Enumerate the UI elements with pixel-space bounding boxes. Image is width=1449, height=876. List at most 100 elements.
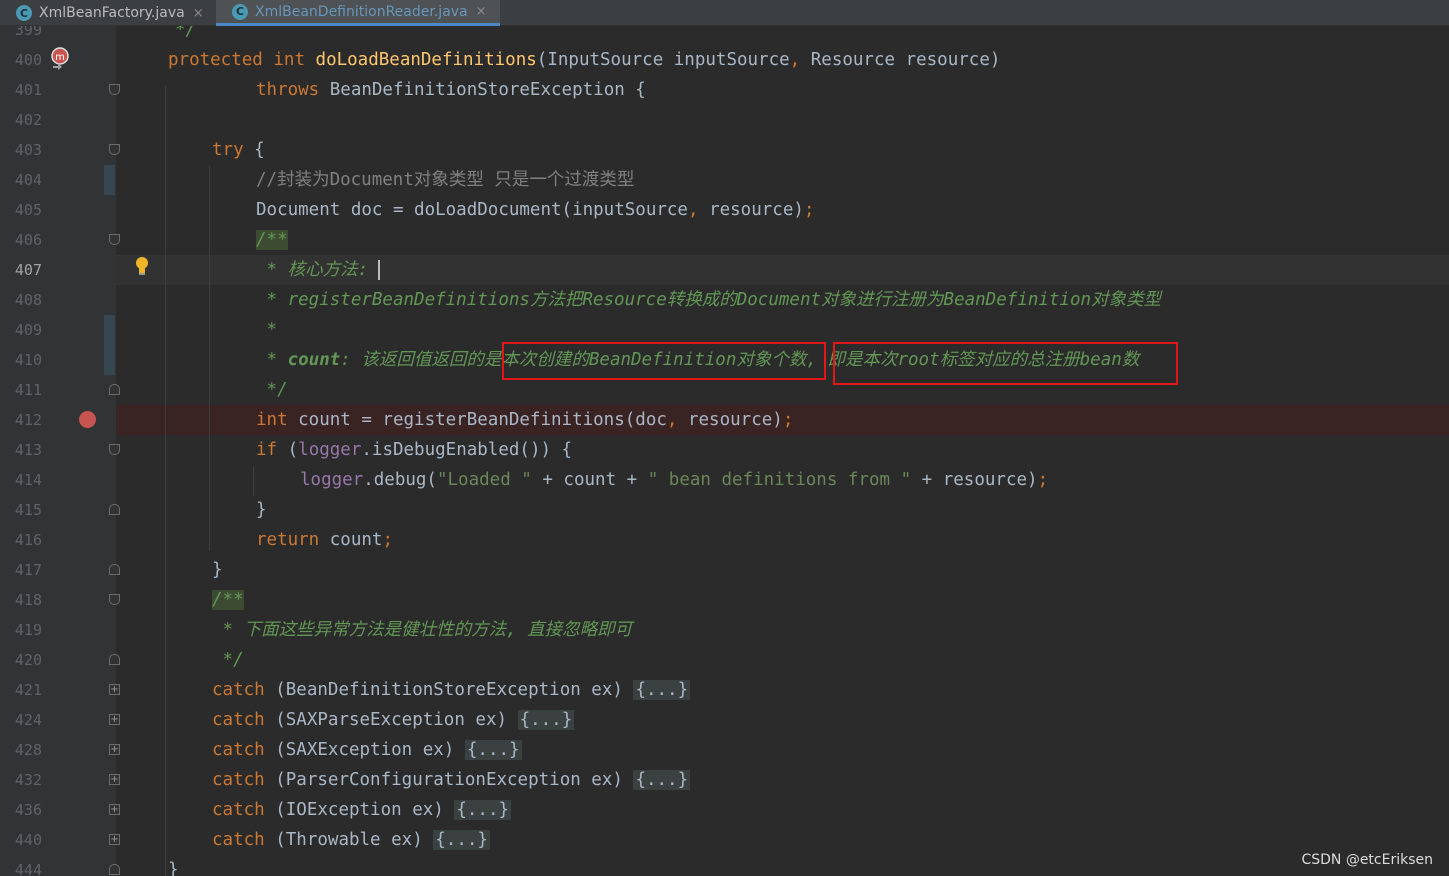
- code-text[interactable]: logger.debug("Loaded " + count + " bean …: [300, 465, 1048, 495]
- line-number[interactable]: 407: [0, 255, 42, 285]
- fold-expand-icon[interactable]: [109, 384, 120, 395]
- close-icon[interactable]: ×: [193, 6, 204, 21]
- code-text[interactable]: }: [212, 555, 223, 585]
- code-text[interactable]: Document doc = doLoadDocument(inputSourc…: [256, 195, 814, 225]
- line-number[interactable]: 406: [0, 225, 42, 255]
- code-text[interactable]: */: [256, 375, 288, 405]
- fold-expand-plus-icon[interactable]: +: [109, 804, 120, 815]
- folded-code-block[interactable]: {...}: [464, 740, 522, 760]
- code-line: 405 Document doc = doLoadDocument(inputS…: [0, 195, 1449, 225]
- code-line: 418 /**: [0, 585, 1449, 615]
- code-line: 414 logger.debug("Loaded " + count + " b…: [0, 465, 1449, 495]
- fold-collapse-icon[interactable]: [109, 84, 120, 95]
- line-number[interactable]: 424: [0, 705, 42, 735]
- line-number[interactable]: 412: [0, 405, 42, 435]
- folded-code-block[interactable]: {...}: [633, 680, 691, 700]
- line-number[interactable]: 414: [0, 465, 42, 495]
- line-number[interactable]: 411: [0, 375, 42, 405]
- folded-code-block[interactable]: {...}: [633, 770, 691, 790]
- line-number[interactable]: 428: [0, 735, 42, 765]
- fold-expand-plus-icon[interactable]: +: [109, 714, 120, 725]
- code-text[interactable]: */: [212, 645, 244, 675]
- code-line: 417 }: [0, 555, 1449, 585]
- line-number[interactable]: 401: [0, 75, 42, 105]
- line-number[interactable]: 417: [0, 555, 42, 585]
- code-text[interactable]: * registerBeanDefinitions方法把Resource转换成的…: [256, 285, 1162, 315]
- code-text[interactable]: */: [175, 26, 196, 45]
- line-number[interactable]: 405: [0, 195, 42, 225]
- code-text[interactable]: catch (IOException ex) {...}: [212, 795, 512, 825]
- code-line: 444 }: [0, 855, 1449, 876]
- line-number[interactable]: 421: [0, 675, 42, 705]
- tab-xmlbeandefinitionreader[interactable]: C XmlBeanDefinitionReader.java ×: [216, 0, 500, 26]
- line-number[interactable]: 415: [0, 495, 42, 525]
- code-text[interactable]: /**: [212, 585, 244, 615]
- code-line: 420 */: [0, 645, 1449, 675]
- folded-code-block[interactable]: {...}: [454, 800, 512, 820]
- close-icon[interactable]: ×: [476, 4, 487, 19]
- folded-code-block[interactable]: {...}: [433, 830, 490, 850]
- fold-collapse-icon[interactable]: [109, 144, 120, 155]
- text-caret: [378, 260, 380, 280]
- line-number[interactable]: 399: [0, 26, 42, 45]
- line-number[interactable]: 436: [0, 795, 42, 825]
- code-line: 409 *: [0, 315, 1449, 345]
- code-text[interactable]: protected int doLoadBeanDefinitions(Inpu…: [168, 45, 1000, 75]
- fold-collapse-icon[interactable]: [109, 594, 120, 605]
- code-text[interactable]: if (logger.isDebugEnabled()) {: [256, 435, 572, 465]
- line-number[interactable]: 416: [0, 525, 42, 555]
- code-line: 436 + catch (IOException ex) {...}: [0, 795, 1449, 825]
- fold-collapse-icon[interactable]: [109, 444, 120, 455]
- folded-code-block[interactable]: {...}: [517, 710, 575, 730]
- tab-xmlbeanfactory[interactable]: C XmlBeanFactory.java ×: [0, 0, 216, 26]
- code-text[interactable]: //封装为Document对象类型 只是一个过渡类型: [256, 165, 634, 195]
- fold-expand-plus-icon[interactable]: +: [109, 684, 120, 695]
- code-text[interactable]: }: [256, 495, 267, 525]
- fold-expand-plus-icon[interactable]: +: [109, 834, 120, 845]
- fold-expand-plus-icon[interactable]: +: [109, 774, 120, 785]
- line-number[interactable]: 408: [0, 285, 42, 315]
- line-number[interactable]: 402: [0, 105, 42, 135]
- code-text[interactable]: /**: [256, 225, 288, 255]
- code-text[interactable]: * 下面这些异常方法是健壮性的方法, 直接忽略即可: [212, 615, 633, 645]
- line-number[interactable]: 440: [0, 825, 42, 855]
- code-line: 400 protected int doLoadBeanDefinitions(…: [0, 45, 1449, 75]
- fold-expand-icon[interactable]: [109, 864, 120, 875]
- code-text[interactable]: catch (SAXParseException ex) {...}: [212, 705, 575, 735]
- code-text[interactable]: int count = registerBeanDefinitions(doc,…: [256, 405, 793, 435]
- code-line: 415 }: [0, 495, 1449, 525]
- fold-collapse-icon[interactable]: [109, 234, 120, 245]
- code-line: 412 int count = registerBeanDefinitions(…: [0, 405, 1449, 435]
- fold-expand-icon[interactable]: [109, 654, 120, 665]
- code-line: 416 return count;: [0, 525, 1449, 555]
- code-text[interactable]: return count;: [256, 525, 393, 555]
- fold-expand-icon[interactable]: [109, 504, 120, 515]
- code-text[interactable]: throws BeanDefinitionStoreException {: [256, 75, 646, 105]
- code-text[interactable]: try {: [212, 135, 265, 165]
- fold-expand-plus-icon[interactable]: +: [109, 744, 120, 755]
- line-number[interactable]: 420: [0, 645, 42, 675]
- line-number[interactable]: 418: [0, 585, 42, 615]
- code-text[interactable]: catch (BeanDefinitionStoreException ex) …: [212, 675, 691, 705]
- line-number[interactable]: 410: [0, 345, 42, 375]
- fold-expand-icon[interactable]: [109, 564, 120, 575]
- code-text[interactable]: *: [256, 315, 278, 345]
- line-number[interactable]: 419: [0, 615, 42, 645]
- line-number[interactable]: 444: [0, 855, 42, 876]
- line-number[interactable]: 404: [0, 165, 42, 195]
- line-number[interactable]: 400: [0, 45, 42, 75]
- code-text[interactable]: catch (Throwable ex) {...}: [212, 825, 490, 855]
- code-line: 413 if (logger.isDebugEnabled()) {: [0, 435, 1449, 465]
- code-line: 432 + catch (ParserConfigurationExceptio…: [0, 765, 1449, 795]
- code-text[interactable]: }: [168, 855, 179, 876]
- code-text[interactable]: catch (SAXException ex) {...}: [212, 735, 522, 765]
- code-text[interactable]: * 核心方法:: [256, 255, 369, 285]
- tab-label: XmlBeanFactory.java: [39, 5, 185, 21]
- line-number[interactable]: 403: [0, 135, 42, 165]
- line-number[interactable]: 409: [0, 315, 42, 345]
- line-number[interactable]: 413: [0, 435, 42, 465]
- code-line: 401 throws BeanDefinitionStoreException …: [0, 75, 1449, 105]
- line-number[interactable]: 432: [0, 765, 42, 795]
- code-text[interactable]: catch (ParserConfigurationException ex) …: [212, 765, 691, 795]
- code-editor[interactable]: m 399 */ 400 protected int doLoadBeanDef…: [0, 26, 1449, 876]
